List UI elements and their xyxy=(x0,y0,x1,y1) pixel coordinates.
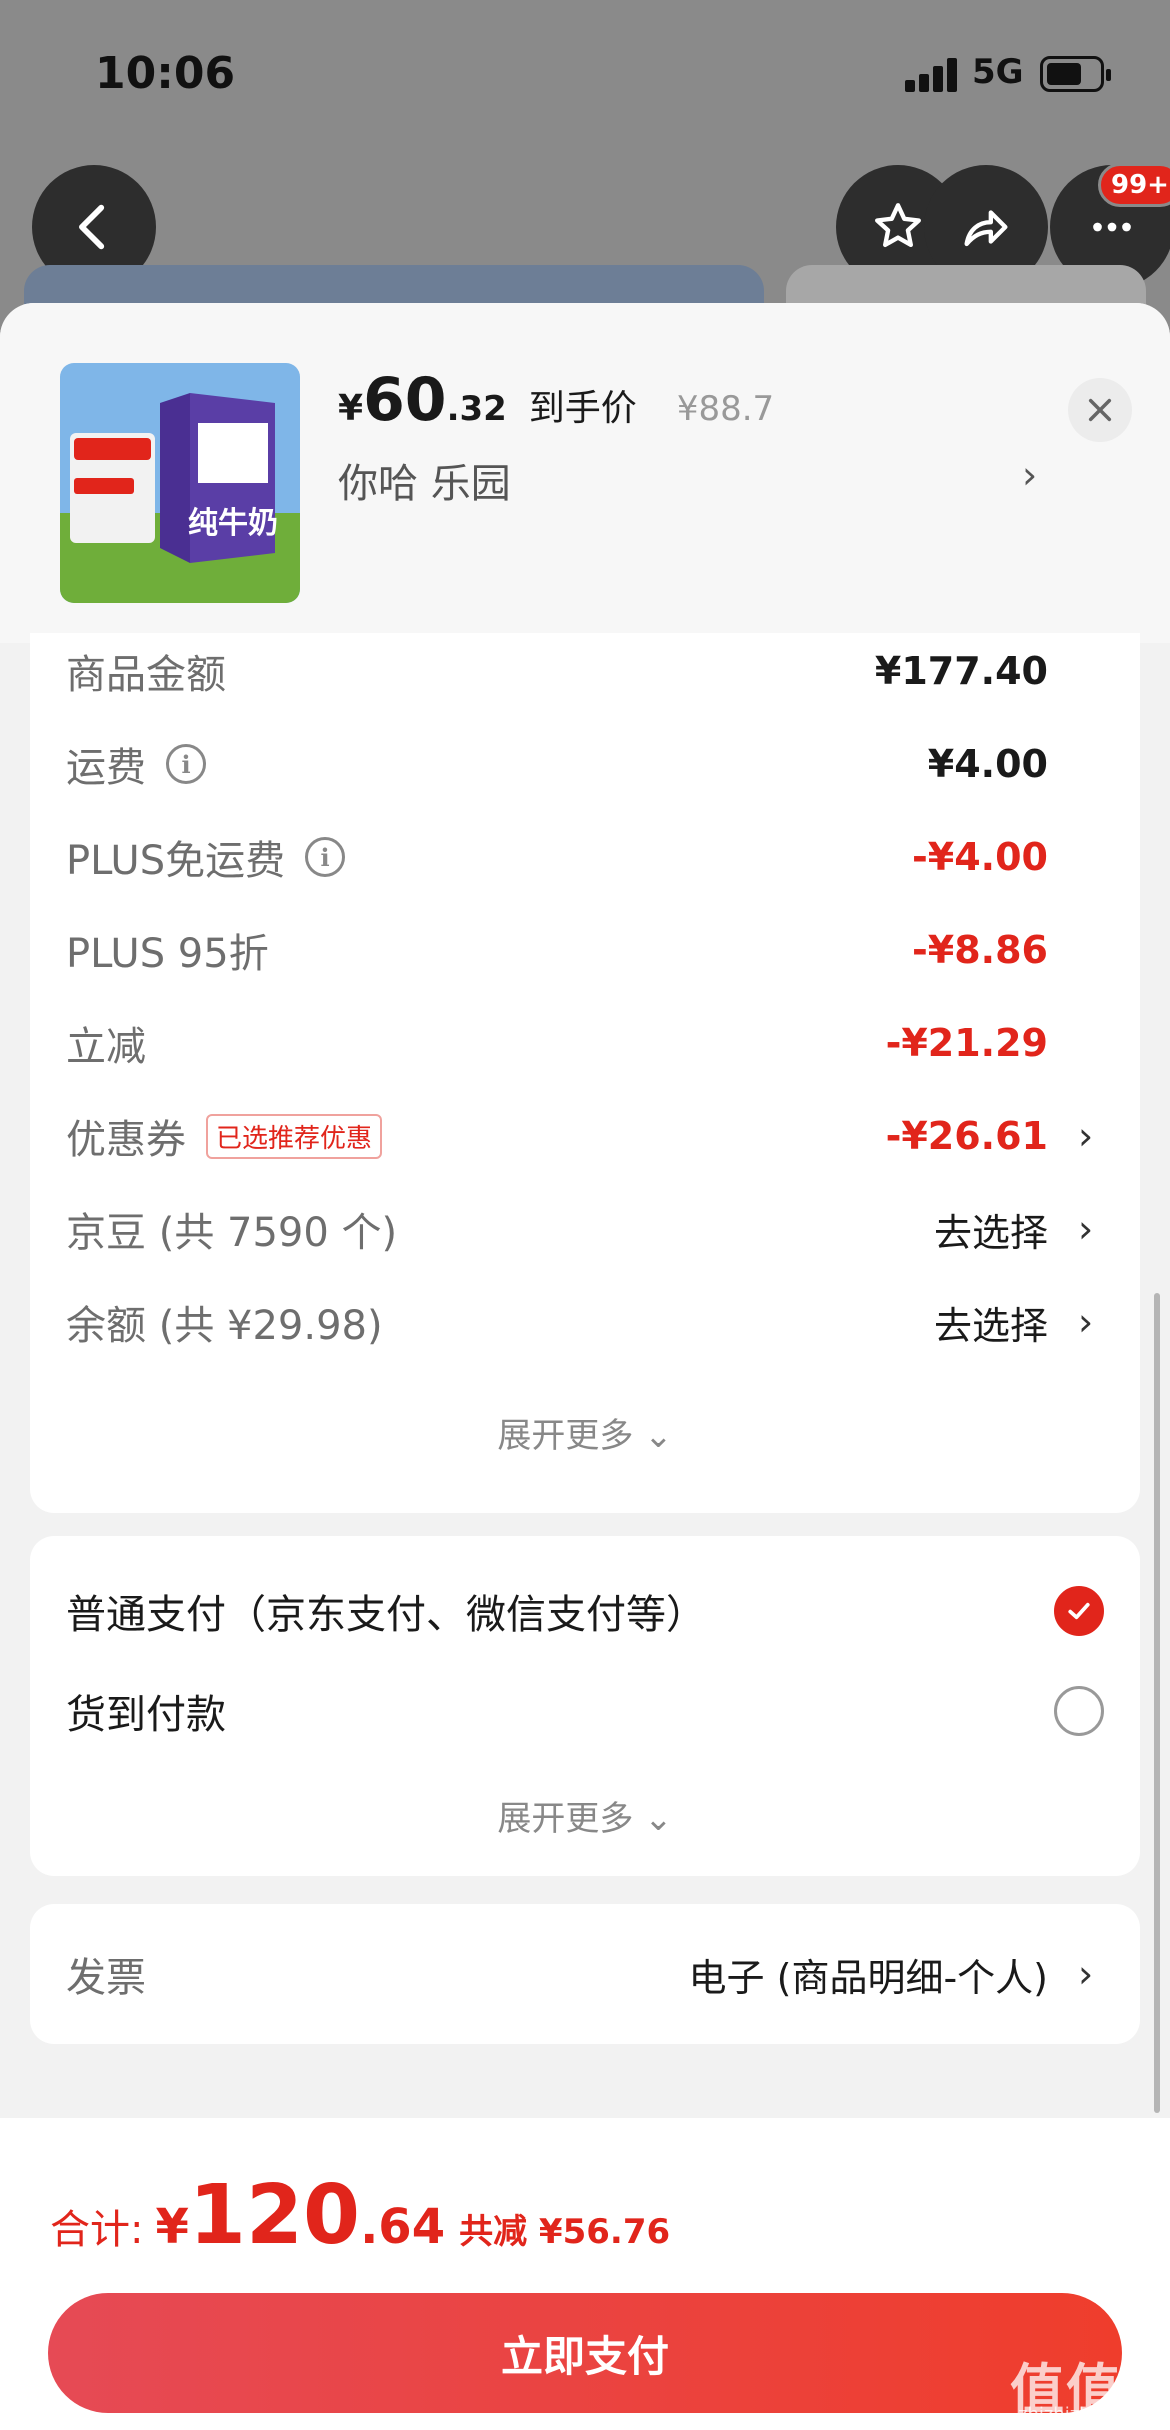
pay-now-button[interactable]: 立即支付 xyxy=(48,2293,1122,2413)
status-bar: 10:06 5G xyxy=(0,0,1170,150)
payment-option-label: 普通支付（京东支付、微信支付等） xyxy=(66,1592,706,1638)
amount-row-plus-discount: PLUS 95折 -¥8.86 › xyxy=(66,920,1096,980)
price-label: 到手价 xyxy=(528,388,637,429)
product-header: 纯牛奶 ¥ 60 .32 到手价 ¥88.7 你哈 乐园 › xyxy=(0,303,1170,643)
battery-icon xyxy=(1040,56,1111,92)
original-price: ¥88.7 xyxy=(676,389,775,429)
payment-option-label: 货到付款 xyxy=(66,1692,226,1738)
notification-badge: 99+ xyxy=(1098,163,1170,207)
row-label: 优惠券 xyxy=(66,1117,186,1163)
product-price: ¥ 60 .32 到手价 ¥88.7 xyxy=(338,365,774,435)
amount-row-balance[interactable]: 余额 (共 ¥29.98) 去选择 › xyxy=(66,1292,1096,1352)
invoice-label: 发票 xyxy=(66,1955,146,2001)
amount-row-instant-discount: 立减 -¥21.29 › xyxy=(66,1013,1096,1073)
close-button[interactable] xyxy=(1068,378,1132,442)
amount-row-subtotal: 商品金额 ¥177.40 › xyxy=(66,641,1096,701)
row-value: ¥4.00 xyxy=(927,742,1048,786)
product-image: 纯牛奶 xyxy=(60,363,300,603)
row-value: 去选择 xyxy=(933,1303,1048,1348)
row-value: -¥26.61 xyxy=(885,1114,1048,1158)
expand-more-link[interactable]: 展开更多 ⌄ xyxy=(30,1408,1140,1457)
status-time: 10:06 xyxy=(95,48,236,99)
share-icon xyxy=(964,210,1008,247)
order-total: 合计: ¥ 120 .64 共减 ¥56.76 xyxy=(50,2168,670,2263)
row-value: 去选择 xyxy=(933,1210,1048,1255)
close-icon xyxy=(1088,398,1112,422)
invoice-value: 电子 (商品明细-个人) xyxy=(688,1955,1048,2000)
amount-row-shipping: 运费i ¥4.00 › xyxy=(66,734,1096,794)
row-label: PLUS 95折 xyxy=(66,931,269,977)
info-icon[interactable]: i xyxy=(305,837,346,877)
star-icon xyxy=(875,203,921,248)
payment-option-standard[interactable]: 普通支付（京东支付、微信支付等） xyxy=(66,1576,1104,1646)
amount-row-plus-shipping: PLUS免运费i -¥4.00 › xyxy=(66,827,1096,887)
signal-icon xyxy=(905,58,959,92)
total-decimal: .64 xyxy=(360,2199,446,2255)
row-value: -¥4.00 xyxy=(912,835,1048,879)
chevron-right-icon: › xyxy=(1078,1207,1094,1251)
chevron-right-icon: › xyxy=(1078,1114,1094,1158)
row-label: PLUS免运费 xyxy=(66,838,286,884)
payment-option-cod[interactable]: 货到付款 xyxy=(66,1676,1104,1746)
chevron-right-icon[interactable]: › xyxy=(1022,453,1037,497)
row-value: -¥21.29 xyxy=(885,1021,1048,1065)
radio-unchecked-icon[interactable] xyxy=(1054,1686,1104,1736)
total-currency: ¥ xyxy=(155,2199,189,2255)
amount-row-coupon[interactable]: 优惠券 已选推荐优惠 -¥26.61 › xyxy=(66,1106,1096,1166)
price-decimal: .32 xyxy=(446,389,507,429)
amount-breakdown: 商品金额 ¥177.40 › 运费 i ¥4.00 › PLUS免运费 i -¥4.… xyxy=(30,633,1140,1513)
watermark-url: zhizhizhi.com xyxy=(1018,2404,1140,2425)
checkout-footer: 合计: ¥ 120 .64 共减 ¥56.76 立即支付 xyxy=(0,2118,1170,2430)
chevron-left-icon xyxy=(79,204,105,250)
expand-more-link[interactable]: 展开更多 ⌄ xyxy=(30,1791,1140,1840)
payment-methods: 普通支付（京东支付、微信支付等） 货到付款 展开更多 ⌄ xyxy=(30,1536,1140,1876)
radio-checked-icon[interactable] xyxy=(1054,1586,1104,1636)
row-label: 京豆 (共 7590 个) xyxy=(66,1210,398,1256)
coupon-tag: 已选推荐优惠 xyxy=(206,1113,383,1159)
price-integer: 60 xyxy=(363,365,447,435)
row-value: ¥177.40 xyxy=(874,649,1048,693)
chevron-right-icon: › xyxy=(1078,1300,1094,1344)
invoice-card[interactable]: 发票 电子 (商品明细-个人) › xyxy=(30,1904,1140,2044)
total-saved: 共减 ¥56.76 xyxy=(459,2212,671,2252)
row-value: -¥8.86 xyxy=(912,928,1048,972)
checkout-sheet: 纯牛奶 ¥ 60 .32 到手价 ¥88.7 你哈 乐园 › 商品金额 ¥177… xyxy=(0,303,1170,2430)
price-currency: ¥ xyxy=(338,388,364,429)
invoice-row[interactable]: 发票 电子 (商品明细-个人) › xyxy=(66,1944,1096,2004)
amount-row-jingdou[interactable]: 京豆 (共 7590 个) 去选择 › xyxy=(66,1199,1096,1259)
product-variant[interactable]: 你哈 乐园 xyxy=(338,451,511,509)
product-image-text: 纯牛奶 xyxy=(188,506,278,541)
total-label: 合计: xyxy=(50,2207,144,2253)
total-integer: 120 xyxy=(188,2168,361,2263)
info-icon[interactable]: i xyxy=(166,744,206,784)
chevron-right-icon: › xyxy=(1078,1952,1094,1996)
row-label: 余额 (共 ¥29.98) xyxy=(66,1303,383,1349)
row-label: 立减 xyxy=(66,1024,146,1070)
scrollbar[interactable] xyxy=(1154,1293,1160,2113)
row-label: 运费 xyxy=(66,745,146,791)
row-label: 商品金额 xyxy=(66,652,226,698)
network-label: 5G xyxy=(972,52,1024,92)
